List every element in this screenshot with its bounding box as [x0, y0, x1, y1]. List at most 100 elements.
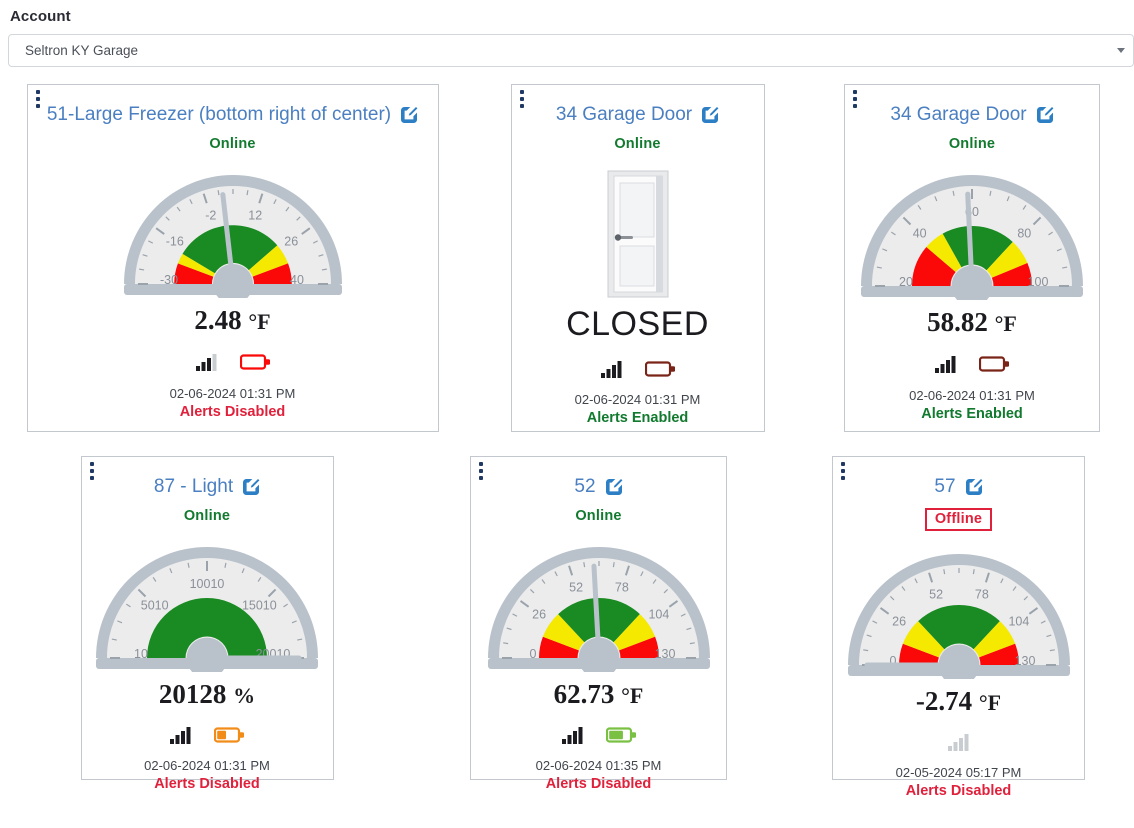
edit-button[interactable] [605, 478, 623, 496]
status-badge: Online [209, 135, 256, 152]
kebab-menu-icon[interactable] [479, 462, 483, 480]
card-title: 52 [574, 476, 623, 498]
svg-text:5010: 5010 [141, 599, 169, 613]
alerts-status: Alerts Disabled [154, 775, 260, 792]
edit-button[interactable] [701, 106, 719, 124]
edit-pencil-icon[interactable] [1036, 106, 1054, 124]
signal-bars-icon [561, 726, 582, 744]
timestamp: 02-06-2024 01:35 PM [535, 757, 662, 773]
timestamp: 02-06-2024 01:31 PM [169, 385, 296, 401]
device-status-icons [600, 360, 675, 378]
device-status-icons [195, 352, 270, 372]
card-title-text[interactable]: 52 [574, 476, 595, 498]
alerts-status: Alerts Enabled [921, 405, 1023, 422]
card-title-text[interactable]: 34 Garage Door [890, 104, 1026, 126]
reading-unit: °F [248, 308, 271, 334]
gauge-widget: 10 5010 10010 15010 20010 [94, 532, 320, 679]
svg-text:-16: -16 [165, 235, 183, 249]
grid-cell: 57 Offline 0 26 52 78 104 130 -2.74 °F 02-05-2024… [783, 456, 1134, 799]
edit-button[interactable] [242, 478, 260, 496]
alerts-status: Alerts Disabled [545, 775, 652, 792]
door-widget [607, 170, 669, 303]
gauge-widget: 0 26 52 78 104 130 [486, 532, 712, 679]
battery-icon [214, 727, 244, 743]
edit-button[interactable] [965, 478, 983, 496]
svg-text:12: 12 [248, 208, 262, 222]
card-title-text[interactable]: 87 - Light [154, 476, 233, 498]
svg-text:104: 104 [648, 607, 669, 621]
grid-cell: 52 Online 0 26 52 78 104 130 62.73 °F 02-06-2024 … [414, 456, 783, 796]
svg-text:20: 20 [899, 275, 913, 289]
signal-bars-icon [170, 726, 191, 744]
alerts-status: Alerts Disabled [179, 403, 286, 420]
grid-cell: 34 Garage Door Online 20 40 60 80 100 58.82 °F 0… [810, 84, 1134, 444]
card-title-text[interactable]: 34 Garage Door [556, 104, 692, 126]
signal-bars-icon [935, 355, 956, 373]
edit-pencil-icon[interactable] [242, 478, 260, 496]
gauge-svg: 02652 78104130 [847, 553, 1070, 686]
signal-bars-icon [947, 733, 968, 751]
svg-text:-30: -30 [159, 273, 177, 287]
gauge-svg: 105010100101501020010 [96, 546, 318, 679]
device-card-card-57[interactable]: 57 Offline 0 26 52 78 104 130 -2.74 °F 02-05-2024… [832, 456, 1085, 799]
svg-text:40: 40 [290, 273, 304, 287]
card-title: 87 - Light [154, 476, 260, 498]
reading-number: 20128 [158, 678, 227, 709]
svg-text:52: 52 [569, 581, 583, 595]
svg-text:26: 26 [284, 235, 298, 249]
kebab-menu-icon[interactable] [853, 90, 857, 108]
device-status-icons [561, 726, 636, 744]
device-card-grid: 51-Large Freezer (bottom right of center… [0, 84, 1134, 799]
kebab-menu-icon[interactable] [841, 462, 845, 480]
device-card-card-51-large-freezer[interactable]: 51-Large Freezer (bottom right of center… [26, 84, 439, 432]
alerts-status: Alerts Disabled [905, 782, 1012, 799]
status-badge: Offline [924, 507, 993, 531]
signal-bars-icon [195, 353, 216, 371]
gauge-widget: 20 40 60 80 100 [859, 160, 1085, 307]
svg-text:78: 78 [974, 588, 988, 602]
card-title-text[interactable]: 51-Large Freezer (bottom right of center… [47, 104, 391, 126]
edit-pencil-icon[interactable] [701, 106, 719, 124]
device-card-card-34-garage-door-a[interactable]: 34 Garage Door Online CLOSED 02-06-2024 01:… [510, 84, 765, 432]
card-title-text[interactable]: 57 [934, 476, 955, 498]
card-title: 34 Garage Door [890, 104, 1054, 126]
chevron-down-icon [1117, 48, 1125, 53]
reading-unit: °F [978, 689, 1002, 715]
reading-number: 2.48 [194, 304, 242, 335]
grid-cell: 51-Large Freezer (bottom right of center… [0, 84, 465, 444]
battery-icon [605, 727, 636, 743]
reading-value: 2.48 °F [194, 305, 270, 336]
status-badge: Online [183, 507, 231, 524]
device-status-icons [947, 733, 970, 751]
edit-button[interactable] [1036, 106, 1054, 124]
door-closed-icon [607, 170, 668, 298]
reading-value: 20128 % [159, 679, 255, 710]
reading-unit: % [233, 682, 256, 708]
svg-text:100: 100 [1028, 275, 1049, 289]
device-card-card-34-garage-door-b[interactable]: 34 Garage Door Online 20 40 60 80 100 58.82 °F 0… [844, 84, 1100, 432]
svg-text:130: 130 [1014, 654, 1035, 668]
gauge-widget: 0 26 52 78 104 130 [846, 539, 1072, 686]
svg-text:10010: 10010 [190, 577, 225, 591]
edit-button[interactable] [400, 106, 418, 124]
svg-text:-2: -2 [205, 208, 216, 222]
account-select[interactable]: Seltron KY Garage [8, 34, 1134, 67]
card-title: 34 Garage Door [556, 104, 719, 126]
card-title: 51-Large Freezer (bottom right of center… [47, 104, 418, 126]
device-card-card-52[interactable]: 52 Online 0 26 52 78 104 130 62.73 °F 02-06-2024 … [470, 456, 727, 792]
reading-number: -2.74 [915, 685, 973, 716]
kebab-menu-icon[interactable] [35, 90, 40, 108]
account-select-value: Seltron KY Garage [25, 43, 139, 58]
kebab-menu-icon[interactable] [89, 462, 94, 480]
edit-pencil-icon[interactable] [605, 478, 623, 496]
timestamp: 02-05-2024 05:17 PM [895, 764, 1022, 780]
kebab-menu-icon[interactable] [519, 90, 524, 108]
timestamp: 02-06-2024 01:31 PM [144, 757, 270, 773]
edit-pencil-icon[interactable] [400, 106, 418, 124]
gauge-svg: -30 -16 -2 12 26 40 [123, 174, 342, 304]
svg-text:26: 26 [892, 614, 906, 628]
device-card-card-87-light[interactable]: 87 - Light Online 10 5010 10010 15010 20010 201… [80, 456, 334, 792]
reading-number: 62.73 [553, 678, 615, 709]
status-badge: Online [948, 135, 996, 152]
edit-pencil-icon[interactable] [965, 478, 983, 496]
